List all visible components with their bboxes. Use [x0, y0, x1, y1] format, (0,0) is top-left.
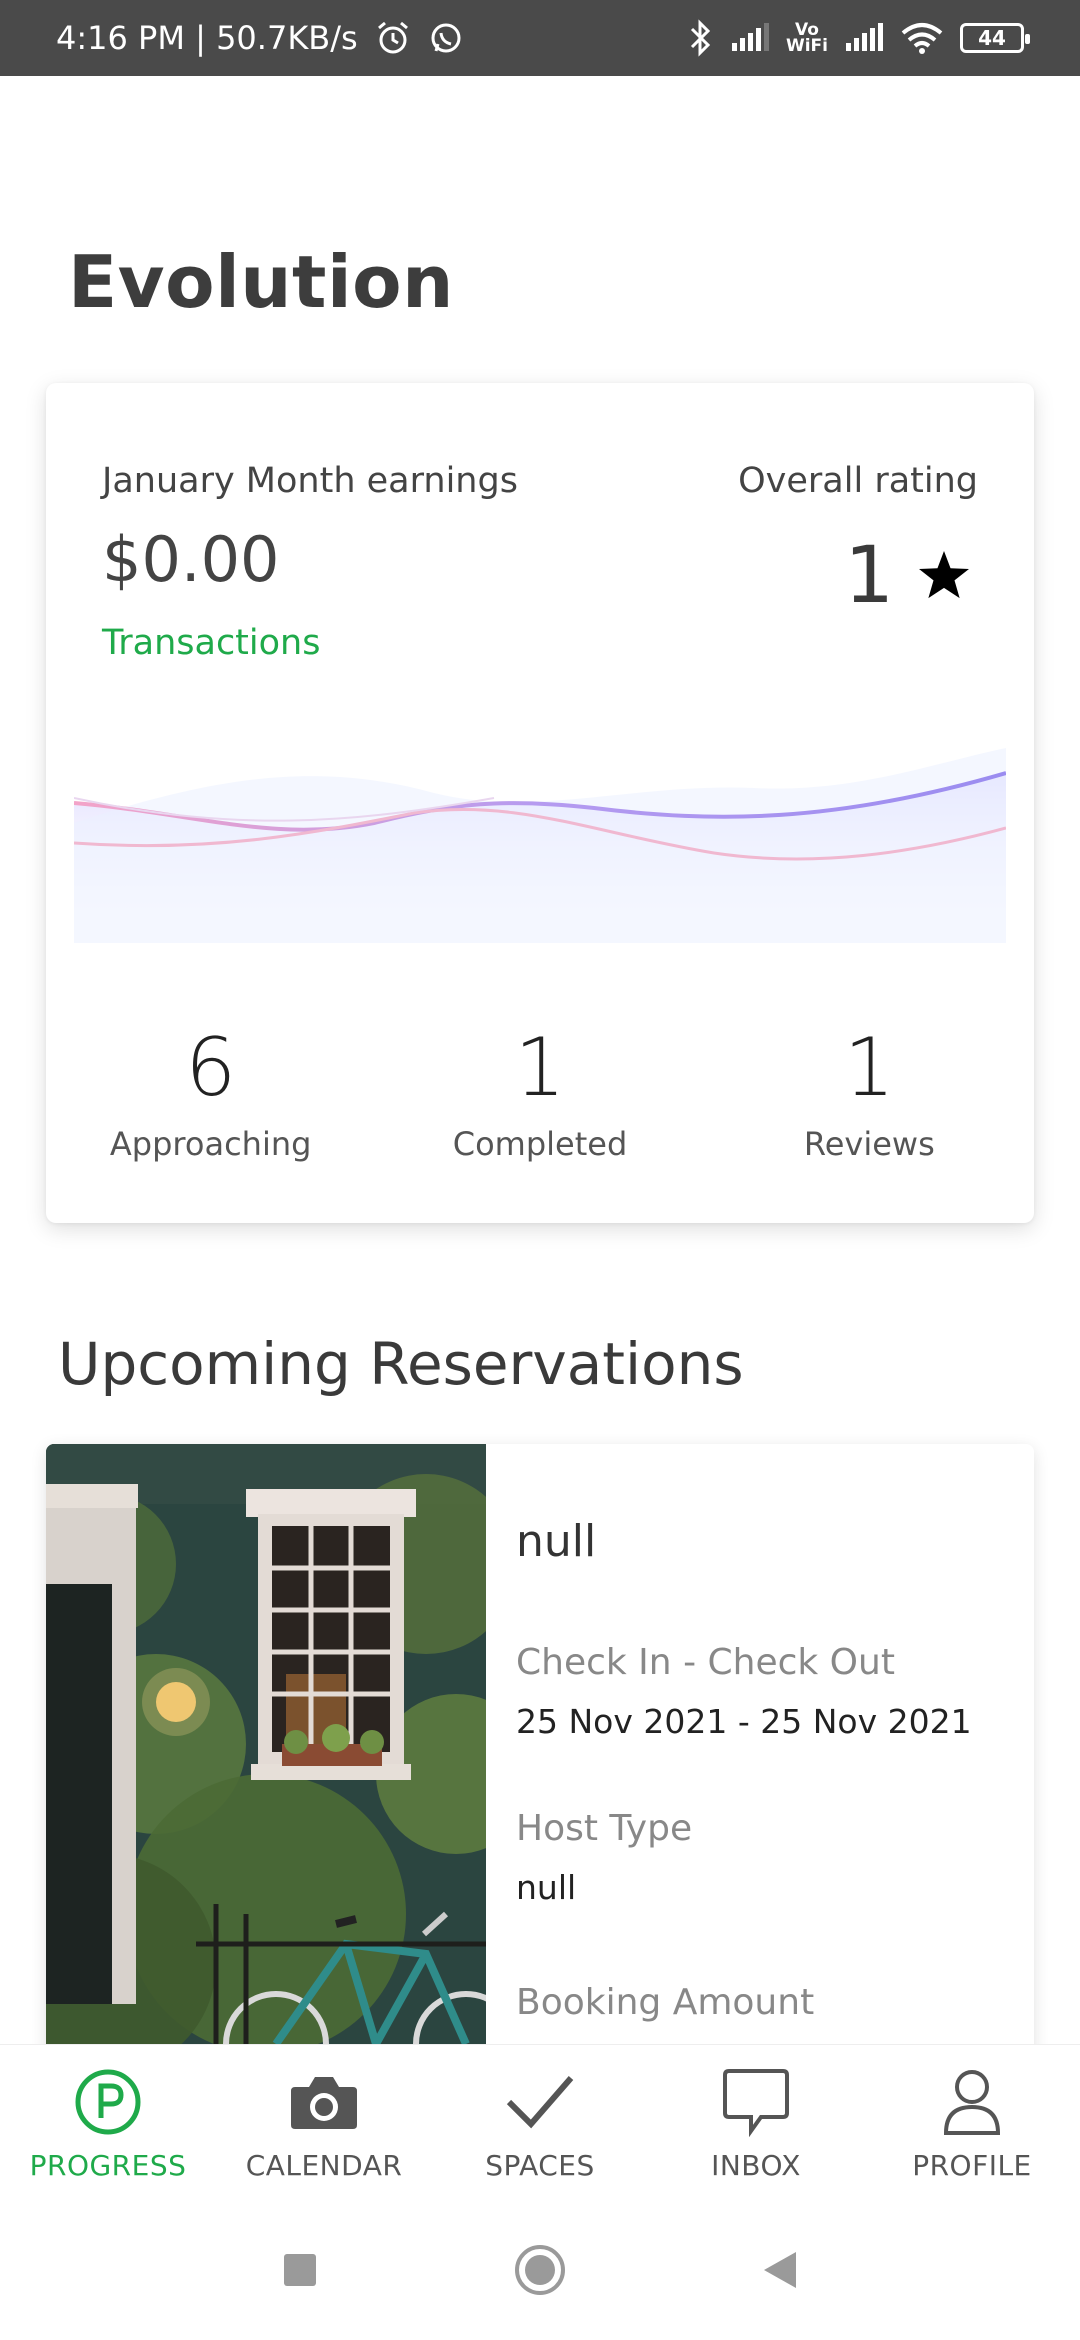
stat-value: 1	[514, 1021, 566, 1114]
bluetooth-icon	[686, 19, 714, 57]
earnings-card: January Month earnings $0.00 Transaction…	[46, 383, 1034, 1223]
person-icon	[940, 2067, 1004, 2137]
reservation-photo	[46, 1444, 486, 2064]
reservation-card[interactable]: null Check In - Check Out 25 Nov 2021 - …	[46, 1444, 1034, 2064]
page-title: Evolution	[68, 240, 454, 324]
host-type-label: Host Type	[516, 1808, 693, 1849]
status-time-speed: 4:16 PM | 50.7KB/s	[56, 19, 358, 57]
checkmark-icon	[505, 2067, 575, 2137]
wifi-icon	[900, 21, 944, 55]
transactions-link[interactable]: Transactions	[102, 623, 320, 663]
system-navigation-bar	[0, 2200, 1080, 2340]
home-circle-icon	[515, 2245, 565, 2295]
booking-amount-label: Booking Amount	[516, 1982, 815, 2023]
stats-row: 6 Approaching 1 Completed 1 Reviews	[46, 1021, 1034, 1164]
stat-approaching[interactable]: 6 Approaching	[46, 1021, 375, 1164]
status-right: Vo WiFi 44	[686, 19, 1030, 57]
nav-label: CALENDAR	[245, 2149, 403, 2182]
home-button[interactable]	[420, 2244, 660, 2296]
nav-inbox[interactable]: INBOX	[648, 2045, 864, 2194]
nav-label: INBOX	[711, 2149, 801, 2182]
vowifi-indicator: Vo WiFi	[785, 22, 828, 56]
vowifi-bottom: WiFi	[785, 36, 828, 56]
nav-label: PROGRESS	[29, 2149, 187, 2182]
battery-indicator: 44	[960, 23, 1030, 53]
signal-icon-2	[844, 23, 884, 53]
rating-value: 1	[844, 531, 894, 621]
chat-bubble-icon	[721, 2067, 791, 2137]
dates-label: Check In - Check Out	[516, 1642, 895, 1683]
progress-p-icon	[74, 2067, 142, 2137]
nav-progress[interactable]: PROGRESS	[0, 2045, 216, 2194]
status-bar: 4:16 PM | 50.7KB/s Vo WiFi 44	[0, 0, 1080, 76]
dates-value: 25 Nov 2021 - 25 Nov 2021	[516, 1702, 972, 1741]
nav-profile[interactable]: PROFILE	[864, 2045, 1080, 2194]
bottom-navigation: PROGRESS CALENDAR SPACES INBOX PROFILE	[0, 2044, 1080, 2194]
nav-spaces[interactable]: SPACES	[432, 2045, 648, 2194]
alarm-icon	[374, 19, 412, 57]
section-title-upcoming-reservations: Upcoming Reservations	[58, 1330, 744, 1398]
earnings-wave-graphic	[74, 748, 1006, 943]
signal-icon-1	[730, 23, 770, 53]
back-button[interactable]	[660, 2250, 900, 2290]
nav-label: SPACES	[485, 2149, 595, 2182]
earnings-label: January Month earnings	[102, 461, 518, 501]
reservation-title: null	[516, 1516, 597, 1567]
host-type-value: null	[516, 1868, 577, 1907]
stat-completed[interactable]: 1 Completed	[375, 1021, 704, 1164]
rating-value-group: 1	[844, 531, 972, 621]
rating-label: Overall rating	[738, 461, 978, 501]
stat-label: Reviews	[803, 1125, 935, 1163]
square-icon	[284, 2254, 316, 2286]
nav-label: PROFILE	[912, 2149, 1032, 2182]
stat-label: Approaching	[109, 1125, 312, 1163]
back-triangle-icon	[764, 2252, 796, 2288]
stat-reviews[interactable]: 1 Reviews	[705, 1021, 1034, 1164]
earnings-value: $0.00	[102, 523, 280, 596]
stat-value: 1	[843, 1021, 895, 1114]
stat-value: 6	[185, 1021, 237, 1114]
status-left: 4:16 PM | 50.7KB/s	[56, 19, 464, 57]
recent-apps-button[interactable]	[180, 2253, 420, 2287]
camera-icon	[289, 2067, 359, 2137]
stat-label: Completed	[452, 1125, 628, 1163]
star-icon	[916, 549, 972, 603]
nav-calendar[interactable]: CALENDAR	[216, 2045, 432, 2194]
whatsapp-icon	[428, 20, 464, 56]
